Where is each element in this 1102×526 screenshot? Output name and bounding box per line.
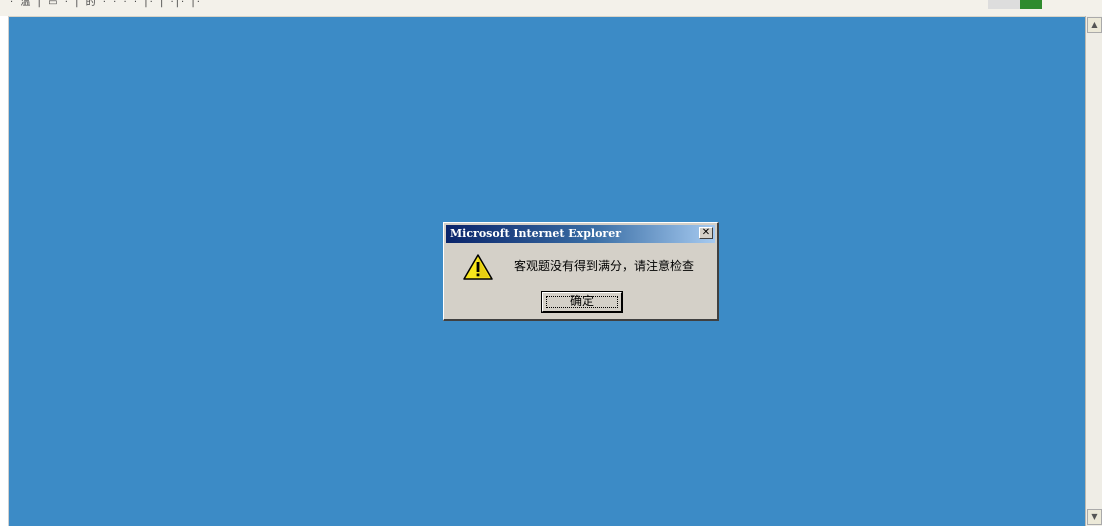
alert-dialog: Microsoft Internet Explorer ✕ 客观题没有得到满分，… bbox=[443, 222, 719, 321]
scroll-down-button[interactable]: ▼ bbox=[1087, 509, 1102, 525]
dialog-title: Microsoft Internet Explorer bbox=[450, 227, 622, 240]
dialog-titlebar[interactable]: Microsoft Internet Explorer ✕ bbox=[446, 225, 715, 243]
ok-button[interactable]: 确定 bbox=[541, 291, 623, 313]
browser-toolbar-strip: · 温 | ▭ · | 的 · · · · |· | ·|· |· bbox=[0, 0, 1102, 17]
warning-icon bbox=[462, 253, 494, 281]
scroll-up-button[interactable]: ▲ bbox=[1087, 17, 1102, 33]
toolbar-text: · 温 | ▭ · | 的 · · · · |· | ·|· |· bbox=[10, 0, 202, 8]
left-frame-edge bbox=[0, 16, 9, 526]
vertical-scrollbar[interactable]: ▲ ▼ bbox=[1085, 16, 1102, 526]
toolbar-right-controls[interactable] bbox=[988, 0, 1042, 9]
go-button[interactable] bbox=[1020, 0, 1042, 9]
focus-rectangle bbox=[546, 296, 618, 308]
dialog-message: 客观题没有得到满分，请注意检查 bbox=[514, 259, 695, 273]
close-icon[interactable]: ✕ bbox=[699, 227, 713, 239]
